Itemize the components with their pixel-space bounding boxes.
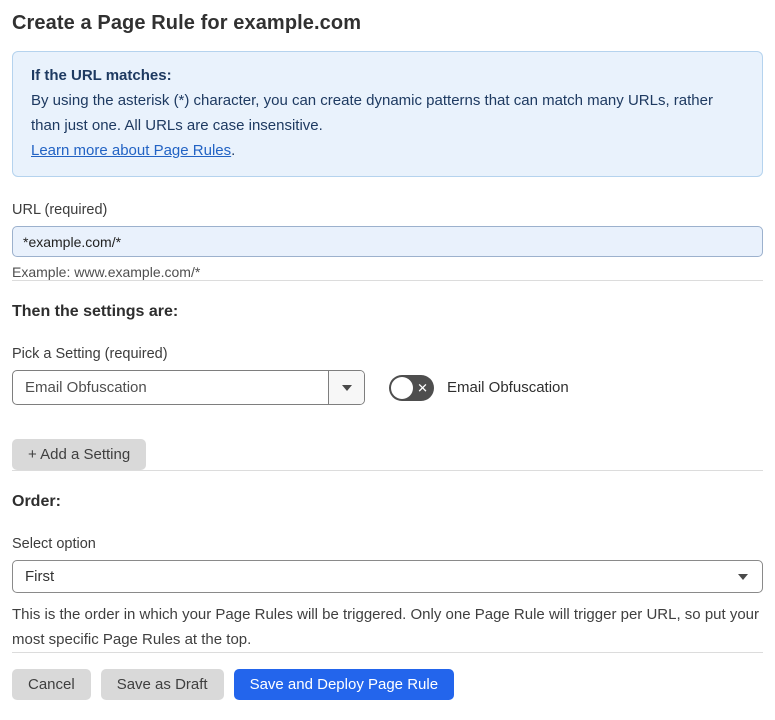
footer-actions: Cancel Save as Draft Save and Deploy Pag… (12, 669, 763, 700)
setting-row: Email Obfuscation ✕ Email Obfuscation (12, 370, 763, 405)
pick-setting-label: Pick a Setting (required) (12, 346, 168, 362)
toggle-knob (391, 376, 413, 399)
url-input[interactable] (12, 226, 763, 257)
email-obfuscation-toggle-group: ✕ Email Obfuscation (389, 374, 569, 401)
save-as-draft-button[interactable]: Save as Draft (100, 669, 224, 700)
divider (12, 652, 763, 653)
add-setting-button[interactable]: + Add a Setting (12, 439, 147, 470)
toggle-label: Email Obfuscation (447, 379, 569, 396)
learn-more-link[interactable]: Learn more about Page Rules (31, 142, 231, 159)
order-helper-text: This is the order in which your Page Rul… (12, 606, 760, 648)
setting-select-value: Email Obfuscation (25, 379, 147, 396)
order-select-label: Select option (12, 536, 96, 552)
info-box-body: By using the asterisk (*) character, you… (31, 92, 713, 134)
chevron-down-icon (341, 384, 352, 391)
url-field-label: URL (required) (12, 202, 108, 218)
setting-select[interactable]: Email Obfuscation (12, 370, 365, 405)
setting-select-arrow-button[interactable] (328, 371, 364, 404)
chevron-down-icon (738, 573, 748, 580)
order-select[interactable]: First (12, 560, 763, 593)
info-link-suffix: . (231, 142, 236, 159)
settings-section-heading: Then the settings are: (12, 303, 179, 320)
page-title: Create a Page Rule for example.com (12, 12, 362, 34)
toggle-off-x-icon: ✕ (417, 380, 428, 395)
cancel-button[interactable]: Cancel (12, 669, 91, 700)
divider (12, 280, 763, 281)
order-section-heading: Order: (12, 493, 61, 510)
email-obfuscation-toggle[interactable]: ✕ (389, 374, 434, 401)
save-and-deploy-button[interactable]: Save and Deploy Page Rule (233, 669, 455, 700)
info-box-heading: If the URL matches: (31, 67, 172, 84)
divider (12, 470, 763, 471)
order-select-value: First (25, 568, 55, 585)
info-box-link-line: Learn more about Page Rules. (31, 138, 744, 163)
url-example-helper: Example: www.example.com/* (12, 264, 201, 280)
url-matches-info-box: If the URL matches: By using the asteris… (12, 51, 763, 177)
create-page-rule-form: Create a Page Rule for example.com If th… (0, 0, 775, 720)
